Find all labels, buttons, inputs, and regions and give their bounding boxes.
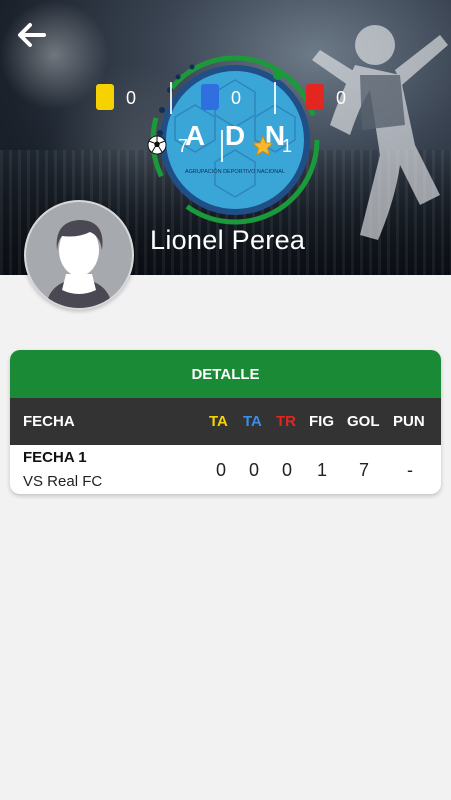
row-fecha: FECHA 1 <box>23 449 87 466</box>
stats-divider <box>221 130 223 162</box>
column-gol: GOL <box>347 413 380 430</box>
arrow-left-icon <box>18 23 46 47</box>
goals-count: 7 <box>178 136 189 156</box>
adn-logo: A D N AGRUPACIÓN DEPORTIVO NACIONAL <box>150 55 320 225</box>
yellow-cards-count: 0 <box>126 88 137 108</box>
table-header: FECHA TA TA TR FIG GOL PUN <box>10 398 441 445</box>
back-button[interactable] <box>14 20 48 50</box>
user-avatar-icon <box>26 202 132 308</box>
soccer-ball-icon <box>147 135 167 155</box>
star-icon <box>252 135 274 156</box>
stats-divider <box>170 82 172 114</box>
column-tr: TR <box>276 413 296 430</box>
row-ta-blue: 0 <box>248 460 259 480</box>
row-ta-yellow: 0 <box>215 460 226 480</box>
row-pun: - <box>407 460 413 480</box>
blue-cards-count: 0 <box>231 88 242 108</box>
detail-title: DETALLE <box>10 350 441 398</box>
table-row[interactable]: FECHA 1 VS Real FC 0 0 0 1 7 - <box>10 445 441 494</box>
row-fig: 1 <box>316 460 327 480</box>
column-fig: FIG <box>309 413 334 430</box>
red-cards-count: 0 <box>336 88 347 108</box>
red-card-icon <box>306 84 324 110</box>
avatar <box>24 200 134 310</box>
row-tr: 0 <box>281 460 292 480</box>
logo-letter-d: D <box>225 120 245 151</box>
player-name: Lionel Perea <box>150 225 306 255</box>
column-ta-blue: TA <box>243 413 262 430</box>
column-ta-yellow: TA <box>209 413 228 430</box>
column-pun: PUN <box>393 413 425 430</box>
column-fecha: FECHA <box>23 413 75 430</box>
player-photo-silhouette <box>312 25 448 240</box>
logo-tagline: AGRUPACIÓN DEPORTIVO NACIONAL <box>185 168 285 175</box>
detail-card: DETALLE FECHA TA TA TR FIG GOL PUN FECHA… <box>10 350 441 494</box>
row-gol: 7 <box>358 460 369 480</box>
stats-divider <box>274 82 276 114</box>
blue-card-icon <box>201 84 219 110</box>
row-opponent: VS Real FC <box>23 473 103 490</box>
mvp-count: 1 <box>282 136 293 156</box>
yellow-card-icon <box>96 84 114 110</box>
